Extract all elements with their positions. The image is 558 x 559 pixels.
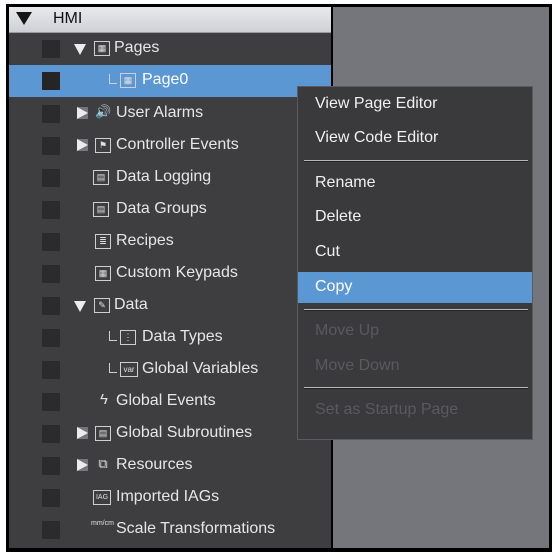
expand-right-icon[interactable] bbox=[77, 107, 88, 119]
tree-item-recipes[interactable]: ≣ Recipes bbox=[9, 226, 331, 258]
tree-connector bbox=[109, 363, 117, 373]
checkbox-square[interactable] bbox=[42, 72, 60, 90]
tree-item-resources[interactable]: ⧉ Resources bbox=[9, 450, 331, 482]
tree-item-scale-transformations[interactable]: mm/cm Scale Transformations bbox=[9, 514, 331, 546]
expand-down-icon[interactable] bbox=[74, 301, 86, 312]
checkbox-square[interactable] bbox=[42, 40, 60, 58]
menu-separator bbox=[304, 387, 528, 389]
recipes-icon: ≣ bbox=[95, 234, 111, 249]
keypad-icon: ▦ bbox=[95, 266, 111, 281]
menu-item-view-code-editor[interactable]: View Code Editor bbox=[298, 123, 532, 154]
checkbox-square[interactable] bbox=[42, 489, 60, 507]
tree-item-user-alarms[interactable]: 🔊 User Alarms bbox=[9, 98, 331, 130]
menu-item-move-up: Move Up bbox=[315, 322, 380, 339]
tree-connector bbox=[109, 331, 117, 341]
checkbox-square[interactable] bbox=[42, 457, 60, 475]
tree-item-label: Page0 bbox=[142, 71, 189, 88]
tree-item-global-subroutines[interactable]: ▤ Global Subroutines bbox=[9, 418, 331, 450]
tree-item-label: Data Types bbox=[142, 328, 223, 345]
tree-item-label: Global Variables bbox=[142, 360, 259, 377]
tree-item-global-events[interactable]: ϟ Global Events bbox=[9, 386, 331, 418]
checkbox-square[interactable] bbox=[42, 521, 60, 539]
expand-down-icon[interactable] bbox=[74, 44, 86, 55]
variable-icon: var bbox=[120, 362, 138, 377]
menu-separator bbox=[304, 309, 528, 311]
pages-icon: ▦ bbox=[94, 41, 110, 56]
tree-item-label: User Alarms bbox=[116, 104, 204, 121]
menu-item-copy[interactable]: Copy bbox=[298, 272, 532, 303]
tree-item-controller-events[interactable]: ⚑ Controller Events bbox=[9, 130, 331, 162]
tree-item-label: Global Events bbox=[116, 392, 216, 409]
tree-item-imported-iags[interactable]: IAG Imported IAGs bbox=[9, 482, 331, 514]
checkbox-square[interactable] bbox=[42, 393, 60, 411]
checkbox-square[interactable] bbox=[42, 201, 60, 219]
tree-item-label: Recipes bbox=[116, 232, 174, 249]
expand-right-icon[interactable] bbox=[77, 459, 88, 471]
tree-item-label: Resources bbox=[116, 456, 193, 473]
menu-item-view-page-editor[interactable]: View Page Editor bbox=[298, 89, 532, 120]
checkbox-square[interactable] bbox=[42, 297, 60, 315]
iag-icon: IAG bbox=[93, 490, 111, 505]
controller-events-icon: ⚑ bbox=[95, 138, 111, 153]
checkbox-square[interactable] bbox=[42, 265, 60, 283]
menu-item-set-as-startup-page: Set as Startup Page bbox=[315, 401, 459, 418]
scale-icon: mm/cm bbox=[91, 520, 114, 527]
expand-right-icon[interactable] bbox=[77, 139, 88, 151]
tree-item-label: Custom Keypads bbox=[116, 264, 238, 281]
tree-item-label: Imported IAGs bbox=[116, 488, 220, 505]
tree-item-pages[interactable]: ▦ Pages bbox=[9, 33, 331, 65]
tree-item-label: Scale Transformations bbox=[116, 520, 276, 537]
checkbox-square[interactable] bbox=[42, 329, 60, 347]
checkbox-square[interactable] bbox=[42, 137, 60, 155]
subroutines-icon: ▤ bbox=[95, 426, 111, 441]
tree-item-label: Global Subroutines bbox=[116, 424, 253, 441]
tree-item-global-variables[interactable]: var Global Variables bbox=[9, 354, 331, 386]
context-menu: View Page Editor View Code Editor Rename… bbox=[297, 86, 533, 440]
checkbox-square[interactable] bbox=[42, 233, 60, 251]
checkbox-square[interactable] bbox=[42, 425, 60, 443]
expand-right-icon[interactable] bbox=[77, 427, 88, 439]
tree-item-custom-keypads[interactable]: ▦ Custom Keypads bbox=[9, 258, 331, 290]
tree-header-hmi[interactable]: HMI bbox=[9, 7, 331, 33]
data-groups-icon: ▤ bbox=[93, 202, 109, 217]
page-icon: ▦ bbox=[120, 73, 136, 88]
tree-header-title: HMI bbox=[53, 10, 83, 27]
menu-item-delete[interactable]: Delete bbox=[298, 202, 532, 233]
data-icon: ✎ bbox=[94, 298, 110, 313]
menu-item-cut[interactable]: Cut bbox=[298, 237, 532, 268]
tree-item-label: Data Groups bbox=[116, 200, 207, 217]
lightning-icon: ϟ bbox=[100, 391, 108, 408]
resources-icon: ⧉ bbox=[98, 456, 108, 471]
tree-item-label: Data Logging bbox=[116, 168, 212, 185]
checkbox-square[interactable] bbox=[42, 361, 60, 379]
menu-item-move-down: Move Down bbox=[315, 357, 400, 374]
data-types-icon: ⋮ bbox=[120, 330, 136, 345]
speaker-icon: 🔊 bbox=[95, 104, 112, 119]
menu-separator bbox=[304, 160, 528, 162]
tree-item-data-types[interactable]: ⋮ Data Types bbox=[9, 322, 331, 354]
data-logging-icon: ▤ bbox=[93, 170, 109, 185]
checkbox-square[interactable] bbox=[42, 169, 60, 187]
tree-item-data-logging[interactable]: ▤ Data Logging bbox=[9, 162, 331, 194]
tree-item-data[interactable]: ✎ Data bbox=[9, 290, 331, 322]
checkbox-square[interactable] bbox=[42, 105, 60, 123]
tree-item-label: Pages bbox=[114, 39, 160, 56]
menu-item-rename[interactable]: Rename bbox=[298, 168, 532, 199]
tree-connector bbox=[109, 74, 117, 84]
tree-item-label: Controller Events bbox=[116, 136, 239, 153]
tree-item-data-groups[interactable]: ▤ Data Groups bbox=[9, 194, 331, 226]
tree-item-page0[interactable]: ▦ Page0 bbox=[9, 65, 331, 97]
collapse-triangle-icon[interactable] bbox=[16, 12, 32, 25]
tree-item-label: Data bbox=[114, 296, 148, 313]
